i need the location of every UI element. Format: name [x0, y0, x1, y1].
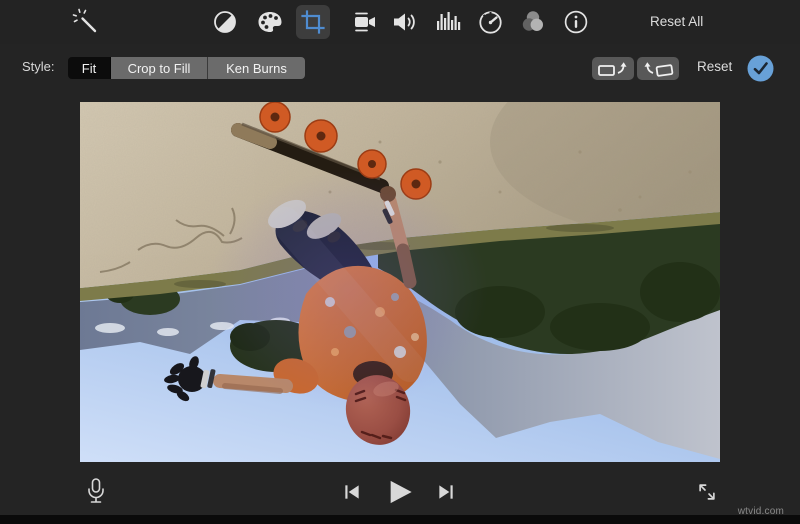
equalizer-bars-icon [435, 9, 461, 35]
microphone-icon [85, 477, 107, 505]
previous-frame-button[interactable] [340, 480, 364, 504]
play-button[interactable] [384, 476, 416, 508]
next-frame-button[interactable] [434, 480, 458, 504]
video-preview[interactable] [80, 102, 720, 462]
video-frame-skateboarder-upside-down [80, 102, 720, 462]
reset-all-button[interactable]: Reset All [650, 0, 703, 44]
video-camera-icon [351, 8, 379, 36]
speaker-icon [390, 9, 418, 35]
speed-button[interactable] [473, 5, 507, 39]
crop-button[interactable] [296, 5, 330, 39]
rotate-counterclockwise-button[interactable] [592, 57, 634, 80]
color-correction-button[interactable] [253, 5, 287, 39]
playback-bar: wtvid.com [0, 462, 800, 515]
palette-icon [256, 9, 284, 35]
style-option-crop-to-fill[interactable]: Crop to Fill [111, 57, 208, 79]
apply-check-badge[interactable] [747, 55, 774, 82]
previous-frame-icon [342, 482, 362, 502]
fullscreen-button[interactable] [694, 479, 720, 505]
style-segmented-control: Fit Crop to Fill Ken Burns [68, 57, 305, 79]
speedometer-icon [477, 9, 504, 36]
style-option-fit[interactable]: Fit [68, 57, 111, 79]
fullscreen-arrows-icon [696, 481, 718, 503]
crop-style-bar: Style: Fit Crop to Fill Ken Burns Reset [0, 44, 800, 90]
magic-wand-icon [71, 7, 101, 37]
checkmark-icon [747, 55, 774, 82]
stabilization-button[interactable] [348, 5, 382, 39]
window-bottom-edge [0, 515, 800, 524]
color-balance-icon [212, 9, 238, 35]
volume-button[interactable] [387, 5, 421, 39]
style-label: Style: [22, 44, 55, 90]
imovie-adjust-window: Reset All Style: Fit Crop to Fill Ken Bu… [0, 0, 800, 524]
style-option-ken-burns[interactable]: Ken Burns [208, 57, 305, 79]
next-frame-icon [436, 482, 456, 502]
reset-crop-label[interactable]: Reset [697, 44, 732, 90]
rotate-ccw-icon [596, 60, 630, 77]
adjust-toolbar: Reset All [0, 0, 800, 44]
overlapping-circles-icon [519, 8, 547, 36]
rotate-clockwise-button[interactable] [637, 57, 679, 80]
voiceover-button[interactable] [82, 476, 110, 506]
info-icon [562, 8, 590, 36]
info-button[interactable] [559, 5, 593, 39]
play-icon [386, 478, 414, 506]
noise-reduction-button[interactable] [431, 5, 465, 39]
color-balance-button[interactable] [208, 5, 242, 39]
crop-icon [300, 9, 326, 35]
color-filters-button[interactable] [516, 5, 550, 39]
enhance-button[interactable] [69, 5, 103, 39]
rotate-cw-icon [641, 60, 675, 77]
